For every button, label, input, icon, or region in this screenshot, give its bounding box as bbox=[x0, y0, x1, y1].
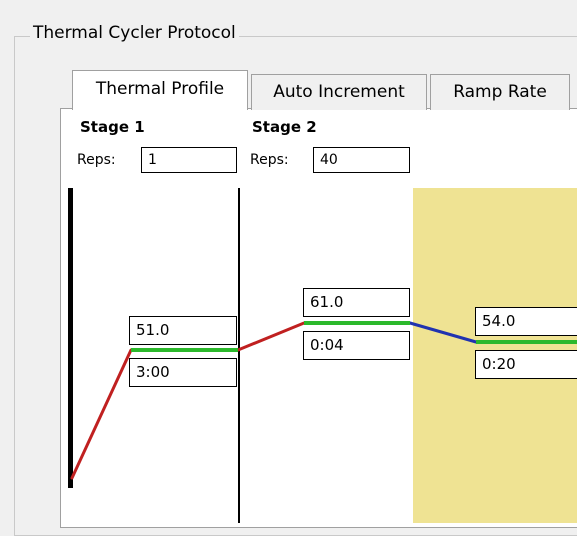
step-1-temperature-input[interactable]: 51.0 bbox=[129, 316, 237, 345]
step-3-time-input[interactable]: 0:20 bbox=[475, 350, 577, 379]
hold-line-step-3 bbox=[476, 340, 577, 344]
hold-line-step-2 bbox=[304, 321, 410, 325]
tab-thermal-profile[interactable]: Thermal Profile bbox=[72, 70, 248, 110]
tab-ramp-rate[interactable]: Ramp Rate bbox=[430, 74, 570, 110]
tab-auto-increment[interactable]: Auto Increment bbox=[251, 74, 427, 110]
ramp-line-2 bbox=[236, 321, 306, 352]
step-1-time-input[interactable]: 3:00 bbox=[129, 358, 237, 387]
ramp-line-1 bbox=[70, 348, 133, 480]
step-2-time-input[interactable]: 0:04 bbox=[303, 331, 410, 360]
hold-line-step-1 bbox=[131, 348, 238, 352]
step-2-temperature-input[interactable]: 61.0 bbox=[303, 288, 410, 317]
ramp-line-3 bbox=[408, 321, 478, 344]
step-3-temperature-input[interactable]: 54.0 bbox=[475, 307, 577, 336]
